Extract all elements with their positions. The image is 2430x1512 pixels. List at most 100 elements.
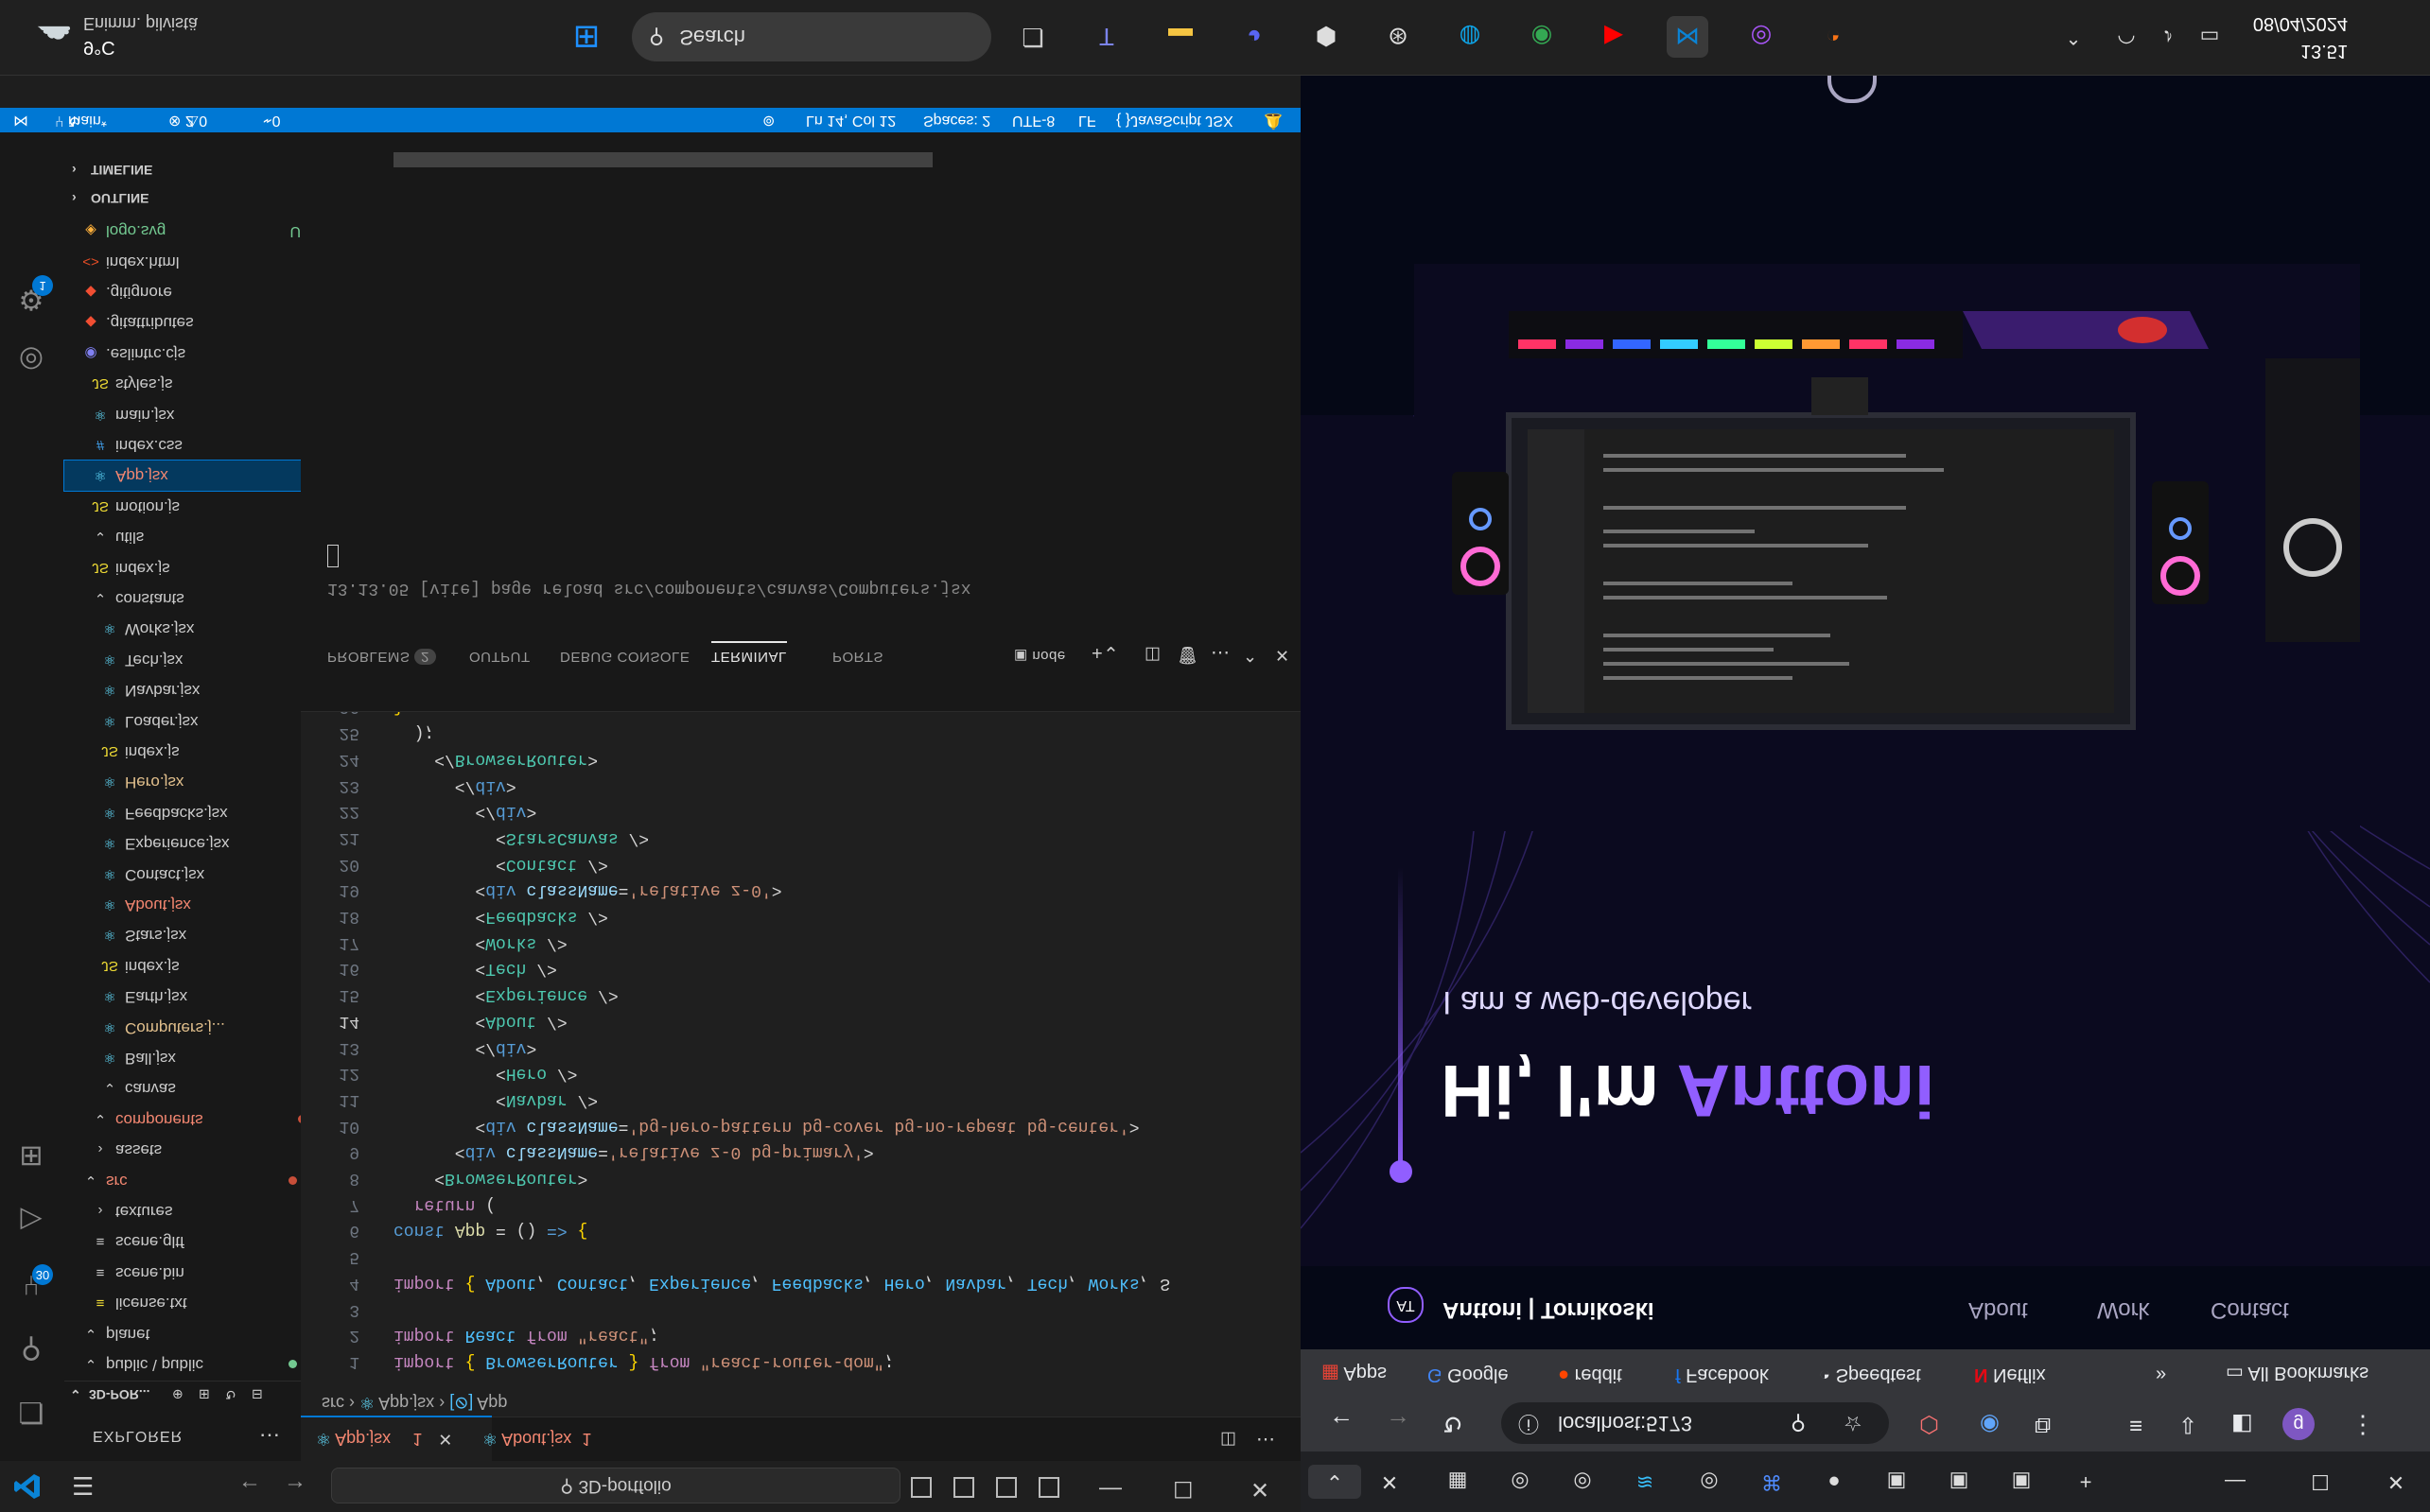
code-line[interactable]: <StarsCanvas /> xyxy=(393,828,649,847)
command-center-search[interactable]: ⚲ 3D-portfolio xyxy=(331,1468,900,1503)
tab-problems[interactable]: PROBLEMS 2 xyxy=(327,649,436,665)
close-tab-icon[interactable]: ✕ xyxy=(438,1430,452,1449)
explorer-item[interactable]: ⚛ Navbar.jsx xyxy=(64,675,337,705)
back-arrow-icon[interactable]: ← xyxy=(238,1474,261,1501)
forward-arrow-icon[interactable]: → xyxy=(284,1474,306,1501)
explorer-item[interactable]: ≡ scene.bin xyxy=(64,1258,327,1288)
explorer-item[interactable]: ⚛About.jsx1 xyxy=(64,890,337,920)
back-icon[interactable]: ← xyxy=(1329,1409,1354,1438)
extensions-icon[interactable]: ⊞ xyxy=(13,1138,49,1173)
nav-link-about[interactable]: About xyxy=(1968,1296,2028,1323)
profile-avatar[interactable]: g xyxy=(2282,1408,2315,1440)
battery-icon[interactable]: ▭ xyxy=(2189,16,2230,58)
code-line[interactable]: <Feedbacks /> xyxy=(393,907,607,926)
new-terminal-icon[interactable]: +⌄ xyxy=(1092,641,1119,665)
tray-chevron-icon[interactable]: ⌃ xyxy=(2053,16,2094,58)
windows-start-icon[interactable]: ⊞ xyxy=(566,16,607,58)
all-bookmarks[interactable]: ▭ All Bookmarks xyxy=(2226,1362,2369,1385)
project-section-header[interactable]: ⌄ 3D-POR... ⊕ ⊞ ↻ ⊟ xyxy=(64,1381,301,1406)
discord-icon[interactable]: ◕ xyxy=(1233,16,1275,58)
tab-favicon-icon[interactable]: ◎ xyxy=(1503,1465,1537,1499)
code-line[interactable]: <Experience /> xyxy=(393,985,618,1004)
new-tab-icon[interactable]: + xyxy=(2069,1465,2103,1499)
nav-link-work[interactable]: Work xyxy=(2097,1296,2150,1323)
forward-icon[interactable]: → xyxy=(1386,1409,1410,1438)
kill-terminal-icon[interactable]: 🗑 xyxy=(1177,645,1198,665)
code-line[interactable]: </div> xyxy=(393,776,516,795)
tab-output[interactable]: OUTPUT xyxy=(469,649,531,665)
more-bookmarks-icon[interactable]: » xyxy=(2156,1364,2166,1385)
more-actions-icon[interactable]: ⋯ xyxy=(1256,1428,1275,1451)
tab-favicon-icon[interactable]: ▣ xyxy=(1879,1465,1914,1499)
explorer-item[interactable]: › textures xyxy=(64,1196,327,1226)
code-line[interactable]: </BrowserRouter> xyxy=(393,750,598,769)
explorer-item[interactable]: JS index.js xyxy=(64,553,327,583)
more-actions-icon[interactable]: ⋯ xyxy=(259,1423,280,1448)
customize-layout-icon[interactable] xyxy=(1039,1477,1059,1498)
explorer-item[interactable]: <> index.html xyxy=(64,247,318,277)
explorer-item[interactable]: ⌄ constants xyxy=(64,583,327,614)
explorer-item[interactable]: ⌄ components xyxy=(64,1104,327,1135)
explorer-item[interactable]: ⌄ utils xyxy=(64,522,327,552)
explorer-item[interactable]: › assets xyxy=(64,1135,327,1165)
code-line[interactable]: </div> xyxy=(393,1038,536,1057)
explorer-item[interactable]: ⌄ public \ public xyxy=(64,1349,318,1380)
taskbar-clock[interactable]: 13.51 08/04/2024 xyxy=(2244,12,2348,61)
explorer-item[interactable]: ⌄ planet xyxy=(64,1319,318,1349)
split-editor-icon[interactable]: ◫ xyxy=(1220,1430,1236,1450)
bookmark-reddit[interactable]: ● reddit xyxy=(1558,1364,1622,1385)
chrome-icon[interactable]: ◉ xyxy=(1521,16,1563,58)
tab-favicon-icon[interactable]: ≋ xyxy=(1628,1465,1662,1499)
site-info-icon[interactable]: ⓘ xyxy=(1518,1412,1539,1435)
app-icon[interactable]: ◎ xyxy=(1740,16,1782,58)
horizontal-scrollbar[interactable] xyxy=(393,152,933,167)
explorer-item[interactable]: # index.css xyxy=(64,430,327,461)
maximize-icon[interactable]: ☐ xyxy=(2303,1465,2337,1499)
code-line[interactable]: <div className='bg-hero-pattern bg-cover… xyxy=(393,1117,1139,1136)
refresh-icon[interactable]: ↻ xyxy=(225,1386,236,1402)
maximize-icon[interactable]: ☐ xyxy=(1173,1475,1194,1503)
explorer-item[interactable]: ⚛ Ball.jsx xyxy=(64,1043,337,1073)
outline-section-header[interactable]: › OUTLINE xyxy=(64,183,301,212)
explorer-item[interactable]: ⚛Computers.j...M xyxy=(64,1013,337,1043)
timeline-section-header[interactable]: › TIMELINE xyxy=(64,155,301,183)
toggle-sidebar-icon[interactable] xyxy=(911,1477,932,1498)
minimize-icon[interactable]: — xyxy=(2218,1465,2252,1499)
close-panel-icon[interactable]: ✕ xyxy=(1275,645,1290,665)
code-line[interactable]: <div className='relative z-0 bg-primary'… xyxy=(393,1142,874,1161)
code-line[interactable]: <Tech /> xyxy=(393,960,556,979)
close-icon[interactable]: ✕ xyxy=(2379,1465,2413,1499)
new-folder-icon[interactable]: ⊞ xyxy=(199,1386,210,1402)
code-line[interactable]: import { About, Contact, Experience, Fee… xyxy=(393,1274,1170,1293)
explorer-item[interactable]: ⚛ Loader.jsx xyxy=(64,706,337,737)
explorer-item[interactable]: ◆ .gitignore xyxy=(64,277,318,307)
explorer-item[interactable]: ⚛Hero.jsxM xyxy=(64,767,337,797)
explorer-item[interactable]: JS index.js xyxy=(64,737,337,767)
breadcrumb-item[interactable]: App xyxy=(477,1394,507,1413)
address-bar[interactable]: ⓘ localhost:5173 ⚲ ☆ xyxy=(1501,1402,1889,1444)
wifi-icon[interactable]: ◠ xyxy=(2106,16,2147,58)
bookmark-speedtest[interactable]: ◔ Speedtest xyxy=(1819,1364,1921,1385)
tab-favicon-icon[interactable]: ◎ xyxy=(1692,1465,1726,1499)
file-explorer-icon[interactable]: ▬ xyxy=(1160,16,1201,58)
run-debug-icon[interactable]: ▷ xyxy=(13,1202,49,1238)
bookmark-google[interactable]: G Google xyxy=(1427,1364,1509,1385)
brand-name[interactable]: Anttoni | Tornikoski xyxy=(1442,1296,1654,1323)
bookmark-netflix[interactable]: N Netflix xyxy=(1974,1364,2046,1385)
minimize-icon[interactable]: — xyxy=(1099,1476,1122,1503)
explorer-item[interactable]: ≡ license.txt xyxy=(64,1288,327,1318)
notifications-icon[interactable]: 🔔 xyxy=(1264,108,1283,132)
remote-icon[interactable]: ⋈ xyxy=(13,108,28,132)
explorer-icon[interactable]: ❐ xyxy=(13,1393,49,1429)
tab-favicon-icon[interactable]: ◎ xyxy=(1565,1465,1600,1499)
language-mode[interactable]: { } JavaScript JSX xyxy=(1116,108,1233,132)
eol[interactable]: LF xyxy=(1078,108,1096,132)
explorer-item[interactable]: ⚛ Feedbacks.jsx xyxy=(64,798,337,828)
tab-app-jsx[interactable]: ⚛ App.jsx 1 ✕ xyxy=(301,1416,492,1461)
explorer-item[interactable]: ≡ scene.gltf xyxy=(64,1226,327,1257)
code-line[interactable]: <About /> xyxy=(393,1012,567,1031)
explorer-item[interactable]: ⚛ Tech.jsx xyxy=(64,645,337,675)
blender-icon[interactable]: ◔ xyxy=(1812,16,1854,58)
task-view-icon[interactable]: ❐ xyxy=(1012,16,1054,58)
extension-icon[interactable]: ⬡ xyxy=(1919,1411,1939,1438)
